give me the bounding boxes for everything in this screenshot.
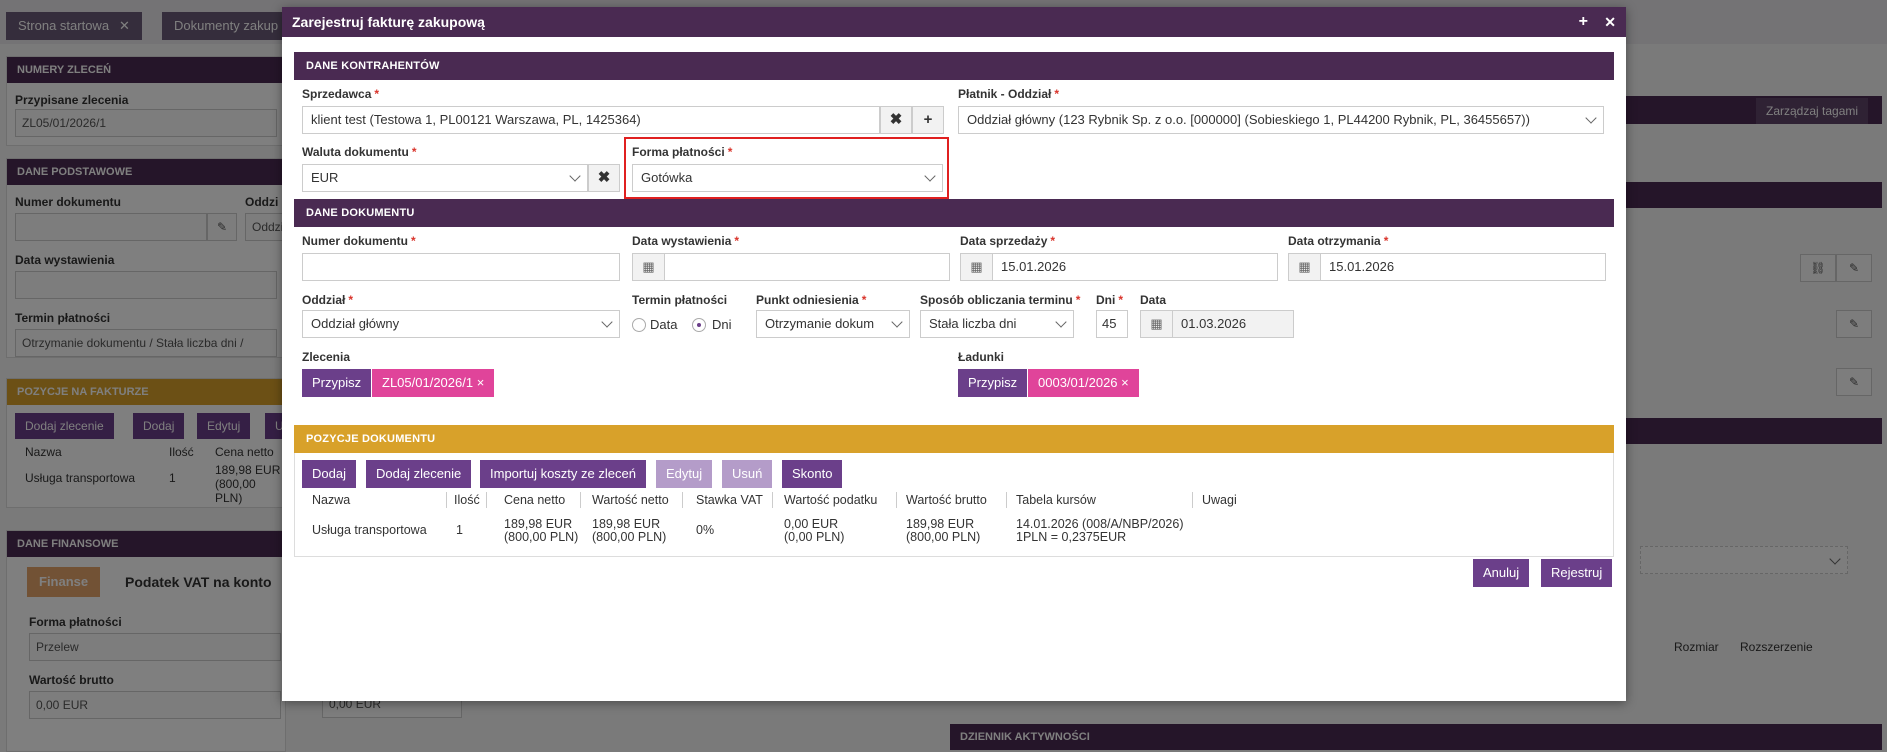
chevron-down-icon	[569, 170, 581, 182]
discount-button[interactable]: Skonto	[782, 460, 843, 488]
cell-ilosc: 1	[456, 523, 463, 537]
calc-method-label: Sposób obliczania terminu *	[920, 293, 1081, 307]
calc-method-select[interactable]: Stała liczba dni	[920, 310, 1074, 338]
doc-number-field[interactable]	[302, 253, 620, 281]
chevron-down-icon	[1585, 112, 1597, 124]
branch-value: Oddział główny	[311, 316, 400, 331]
register-button[interactable]: Rejestruj	[1541, 559, 1613, 587]
section-header-dokument: DANE DOKUMENTU	[294, 199, 1614, 227]
cell-nazwa: Usługa transportowa	[312, 523, 427, 537]
import-costs-button[interactable]: Importuj koszty ze zleceń	[480, 460, 646, 488]
clear-seller-button[interactable]: ✖	[880, 106, 912, 134]
days-label: Dni *	[1096, 293, 1124, 307]
chevron-down-icon	[924, 170, 936, 182]
radio-data[interactable]	[632, 318, 646, 332]
payment-term-label: Termin płatności	[632, 293, 728, 307]
issue-date-label: Data wystawienia *	[632, 234, 740, 248]
calendar-icon: ▦	[1141, 311, 1173, 337]
clear-currency-button[interactable]: ✖	[588, 164, 620, 192]
seller-field[interactable]: klient test (Testowa 1, PL00121 Warszawa…	[302, 106, 880, 134]
payment-method-select[interactable]: Gotówka	[632, 164, 943, 192]
close-icon[interactable]: ✕	[1604, 7, 1616, 37]
column-divider	[580, 492, 581, 508]
radio-dni-label: Dni	[712, 317, 732, 332]
delete-position-button[interactable]: Usuń	[722, 460, 773, 488]
issue-date-field[interactable]: ▦	[632, 253, 950, 281]
sale-date-label: Data sprzedaży *	[960, 234, 1056, 248]
cell-stawka: 0%	[696, 523, 715, 537]
cell-wartosc-netto-pln: (800,00 PLN)	[592, 530, 667, 544]
assign-orders-button[interactable]: Przypisz	[302, 369, 372, 397]
column-header: Ilość	[454, 493, 480, 507]
chevron-down-icon	[1055, 316, 1067, 328]
column-header: Nazwa	[312, 493, 351, 507]
reference-point-select[interactable]: Otrzymanie dokum	[756, 310, 910, 338]
column-header: Tabela kursów	[1016, 493, 1096, 507]
cancel-button[interactable]: Anuluj	[1473, 559, 1530, 587]
order-tag[interactable]: ZL05/01/2026/1 ×	[372, 369, 495, 397]
column-header: Uwagi	[1202, 493, 1237, 507]
add-seller-button[interactable]: +	[912, 106, 944, 134]
column-divider	[1006, 492, 1007, 508]
plus-icon[interactable]: +	[1579, 7, 1588, 37]
currency-value: EUR	[311, 170, 339, 185]
radio-data-label: Data	[650, 317, 678, 332]
payment-method-value: Gotówka	[641, 170, 693, 185]
column-divider	[896, 492, 897, 508]
calc-method-value: Stała liczba dni	[929, 316, 1017, 331]
seller-label: Sprzedawca *	[302, 87, 380, 101]
load-tag[interactable]: 0003/01/2026 ×	[1028, 369, 1139, 397]
cell-kurs-rate: 1PLN = 0,2375EUR	[1016, 530, 1127, 544]
edit-position-button[interactable]: Edytuj	[656, 460, 713, 488]
currency-select[interactable]: EUR	[302, 164, 588, 192]
orders-label: Zlecenia	[302, 350, 351, 364]
payment-method-label: Forma płatności *	[632, 145, 733, 159]
column-divider	[486, 492, 487, 508]
assign-loads-button[interactable]: Przypisz	[958, 369, 1028, 397]
radio-dni[interactable]	[692, 318, 706, 332]
column-header: Wartość brutto	[906, 493, 987, 507]
column-divider	[772, 492, 773, 508]
add-position-button[interactable]: Dodaj	[302, 460, 356, 488]
payer-label: Płatnik - Oddział *	[958, 87, 1060, 101]
calendar-icon[interactable]: ▦	[633, 254, 665, 280]
currency-label: Waluta dokumentu *	[302, 145, 417, 159]
column-header: Cena netto	[504, 493, 566, 507]
column-divider	[446, 492, 447, 508]
cell-brutto-pln: (800,00 PLN)	[906, 530, 981, 544]
chevron-down-icon	[601, 316, 613, 328]
column-divider	[1192, 492, 1193, 508]
calendar-icon[interactable]: ▦	[961, 254, 993, 280]
loads-label: Ładunki	[958, 350, 1005, 364]
modal-title-bar: Zarejestruj fakturę zakupową + ✕	[282, 7, 1626, 37]
cell-cena-netto-pln: (800,00 PLN)	[504, 530, 579, 544]
receipt-date-label: Data otrzymania *	[1288, 234, 1389, 248]
column-header: Stawka VAT	[696, 493, 763, 507]
modal-title: Zarejestruj fakturę zakupową	[292, 14, 485, 30]
column-header: Wartość netto	[592, 493, 669, 507]
reference-point-label: Punkt odniesienia *	[756, 293, 867, 307]
cell-podatek-pln: (0,00 PLN)	[784, 530, 845, 544]
receipt-date-field[interactable]: ▦ 15.01.2026	[1288, 253, 1606, 281]
calendar-icon[interactable]: ▦	[1289, 254, 1321, 280]
days-field[interactable]: 45	[1096, 310, 1128, 338]
column-header: Wartość podatku	[784, 493, 878, 507]
branch-label: Oddział *	[302, 293, 354, 307]
chevron-down-icon	[891, 316, 903, 328]
doc-number-label: Numer dokumentu *	[302, 234, 416, 248]
register-invoice-modal: Zarejestruj fakturę zakupową + ✕ DANE KO…	[282, 7, 1626, 701]
sale-date-field[interactable]: ▦ 15.01.2026	[960, 253, 1278, 281]
payer-value: Oddział główny (123 Rybnik Sp. z o.o. [0…	[967, 112, 1530, 127]
branch-select[interactable]: Oddział główny	[302, 310, 620, 338]
section-header-pozycje: POZYCJE DOKUMENTU	[294, 425, 1614, 453]
section-header-kontrahenci: DANE KONTRAHENTÓW	[294, 52, 1614, 80]
payer-select[interactable]: Oddział główny (123 Rybnik Sp. z o.o. [0…	[958, 106, 1604, 134]
add-order-button[interactable]: Dodaj zlecenie	[366, 460, 472, 488]
column-divider	[682, 492, 683, 508]
due-date-label: Data	[1140, 293, 1167, 307]
table-row[interactable]: Usługa transportowa 1 189,98 EUR (800,00…	[302, 512, 1402, 552]
reference-point-value: Otrzymanie dokum	[765, 316, 875, 331]
due-date-field: ▦ 01.03.2026	[1140, 310, 1294, 338]
